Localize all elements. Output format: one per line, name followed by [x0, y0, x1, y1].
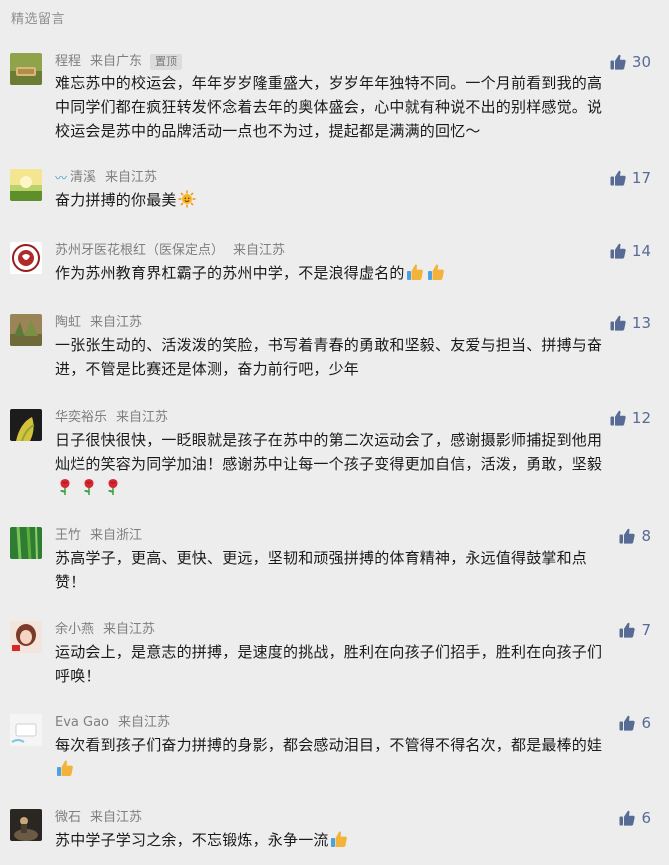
commenter-name[interactable]: 华奕裕乐: [55, 409, 107, 427]
thumbs-up-icon: [619, 810, 636, 826]
avatar[interactable]: [10, 314, 42, 346]
comment-text: 作为苏州教育界杠霸子的苏州中学，不是浪得虚名的: [55, 261, 655, 285]
thumbs-up-emoji-icon: [57, 760, 73, 776]
like-button[interactable]: 13: [610, 314, 651, 332]
comment-meta: 程程 来自广东 置顶: [55, 53, 183, 71]
comment-location: 来自浙江: [90, 528, 143, 543]
like-count: 6: [641, 714, 651, 732]
like-count: 13: [631, 314, 651, 332]
like-button[interactable]: 12: [610, 409, 651, 427]
comment-meta: 微石 来自江苏: [55, 809, 142, 827]
comment-location: 来自江苏: [90, 315, 143, 330]
comment-location: 来自江苏: [105, 170, 158, 185]
avatar[interactable]: [10, 242, 42, 274]
comment-text-body: 奋力拼搏的你最美: [55, 191, 177, 209]
like-count: 8: [641, 527, 651, 545]
thumbs-up-icon: [619, 528, 636, 544]
like-button[interactable]: 6: [619, 714, 651, 732]
like-button[interactable]: 8: [619, 527, 651, 545]
comment-meta: 余小燕 来自江苏: [55, 621, 155, 639]
comment-meta: 陶虹 来自江苏: [55, 314, 142, 332]
like-button[interactable]: 6: [619, 809, 651, 827]
comment-meta: 〰 清溪 来自江苏: [55, 169, 157, 187]
comment-text: 运动会上，是意志的拼搏，是速度的挑战，胜利在向孩子们招手，胜利在向孩子们 呼唤！: [55, 643, 603, 685]
comment-text: 苏中学子学习之余，不忘锻炼，永争一流: [55, 828, 655, 852]
comment-text: 每次看到孩子们奋力拼搏的身影，都会感动泪目，不管得不得名次，都是最棒的娃: [55, 733, 655, 781]
comment-meta: 王竹 来自浙江: [55, 527, 142, 545]
commenter-name[interactable]: 王竹: [55, 527, 81, 545]
comment-location: 来自江苏: [118, 715, 171, 730]
thumbs-up-emoji-icon: [427, 264, 444, 280]
commenter-name[interactable]: 苏州牙医花根红（医保定点）: [55, 242, 224, 260]
thumbs-up-icon: [610, 170, 626, 186]
section-title: 精选留言: [11, 12, 66, 27]
comment-location: 来自江苏: [90, 810, 143, 825]
avatar[interactable]: [10, 169, 42, 201]
thumbs-up-icon: [619, 622, 636, 638]
comment-text-body: 苏中学子学习之余，不忘锻炼，永争一流: [55, 831, 329, 849]
commenter-name[interactable]: 程程: [55, 53, 81, 71]
thumbs-up-icon: [610, 54, 626, 70]
comment-text-body: 每次看到孩子们奋力拼搏的身影，都会感动泪目，不管得不得名次，都是最棒的娃: [55, 736, 603, 754]
comment-text: 苏高学子，更高、更快、更远，坚韧和顽强拼搏的体育精神，永远值得鼓掌和点 赞！: [55, 549, 588, 591]
like-button[interactable]: 7: [619, 621, 651, 639]
comment-text-body: 作为苏州教育界杠霸子的苏州中学，不是浪得虚名的: [55, 264, 405, 282]
like-button[interactable]: 17: [610, 169, 651, 187]
avatar[interactable]: [10, 527, 42, 559]
comment-text: 一张张生动的、活泼泼的笑脸，书写着青春的勇敢和坚毅、友爱与担当、拼搏与奋 进，不…: [55, 336, 603, 378]
rose-emoji-icon: [84, 479, 94, 495]
like-button[interactable]: 14: [610, 242, 651, 260]
comment-meta: 苏州牙医花根红（医保定点） 来自江苏: [55, 242, 285, 260]
thumbs-up-icon: [610, 315, 626, 331]
like-count: 12: [631, 409, 651, 427]
comment-text: 日子很快很快，一眨眼就是孩子在苏中的第二次运动会了，感谢摄影师捕捉到他用 灿烂的…: [55, 428, 655, 500]
comment-meta: Eva Gao 来自江苏: [55, 714, 170, 732]
rose-emoji-icon: [108, 479, 118, 495]
like-count: 14: [631, 242, 651, 260]
like-count: 7: [641, 621, 651, 639]
commenter-name[interactable]: 清溪: [70, 169, 96, 187]
thumbs-up-emoji-icon: [406, 264, 423, 280]
pinned-badge: 置顶: [150, 54, 183, 70]
avatar[interactable]: [10, 714, 42, 746]
commenter-name[interactable]: Eva Gao: [55, 714, 109, 732]
thumbs-up-icon: [610, 410, 626, 426]
comment-location: 来自江苏: [233, 243, 286, 258]
comment-location: 来自广东: [90, 54, 143, 69]
like-count: 30: [631, 53, 651, 71]
avatar[interactable]: [10, 621, 42, 653]
commenter-name[interactable]: 陶虹: [55, 314, 81, 332]
commenter-name[interactable]: 微石: [55, 809, 81, 827]
like-button[interactable]: 30: [610, 53, 651, 71]
comment-location: 来自江苏: [103, 622, 156, 637]
thumbs-up-emoji-icon: [330, 831, 347, 847]
commenter-name[interactable]: 余小燕: [55, 621, 94, 639]
comment-location: 来自江苏: [116, 410, 169, 425]
comment-text-body: 日子很快很快，一眨眼就是孩子在苏中的第二次运动会了，感谢摄影师捕捉到他用 灿烂的…: [55, 431, 603, 473]
thumbs-up-icon: [610, 243, 626, 259]
avatar[interactable]: [10, 53, 42, 85]
comment-meta: 华奕裕乐 来自江苏: [55, 409, 168, 427]
comment-text: 难忘苏中的校运会，年年岁岁隆重盛大，岁岁年年独特不同。一个月前看到我的高 中同学…: [55, 74, 603, 140]
avatar[interactable]: [10, 809, 42, 841]
thumbs-up-icon: [619, 715, 636, 731]
like-count: 17: [631, 169, 651, 187]
rose-emoji-icon: [60, 479, 70, 495]
like-count: 6: [641, 809, 651, 827]
avatar[interactable]: [10, 409, 42, 441]
comment-text: 奋力拼搏的你最美: [55, 188, 655, 212]
sun-emoji-icon: [178, 190, 196, 208]
wave-icon: 〰: [55, 171, 68, 185]
